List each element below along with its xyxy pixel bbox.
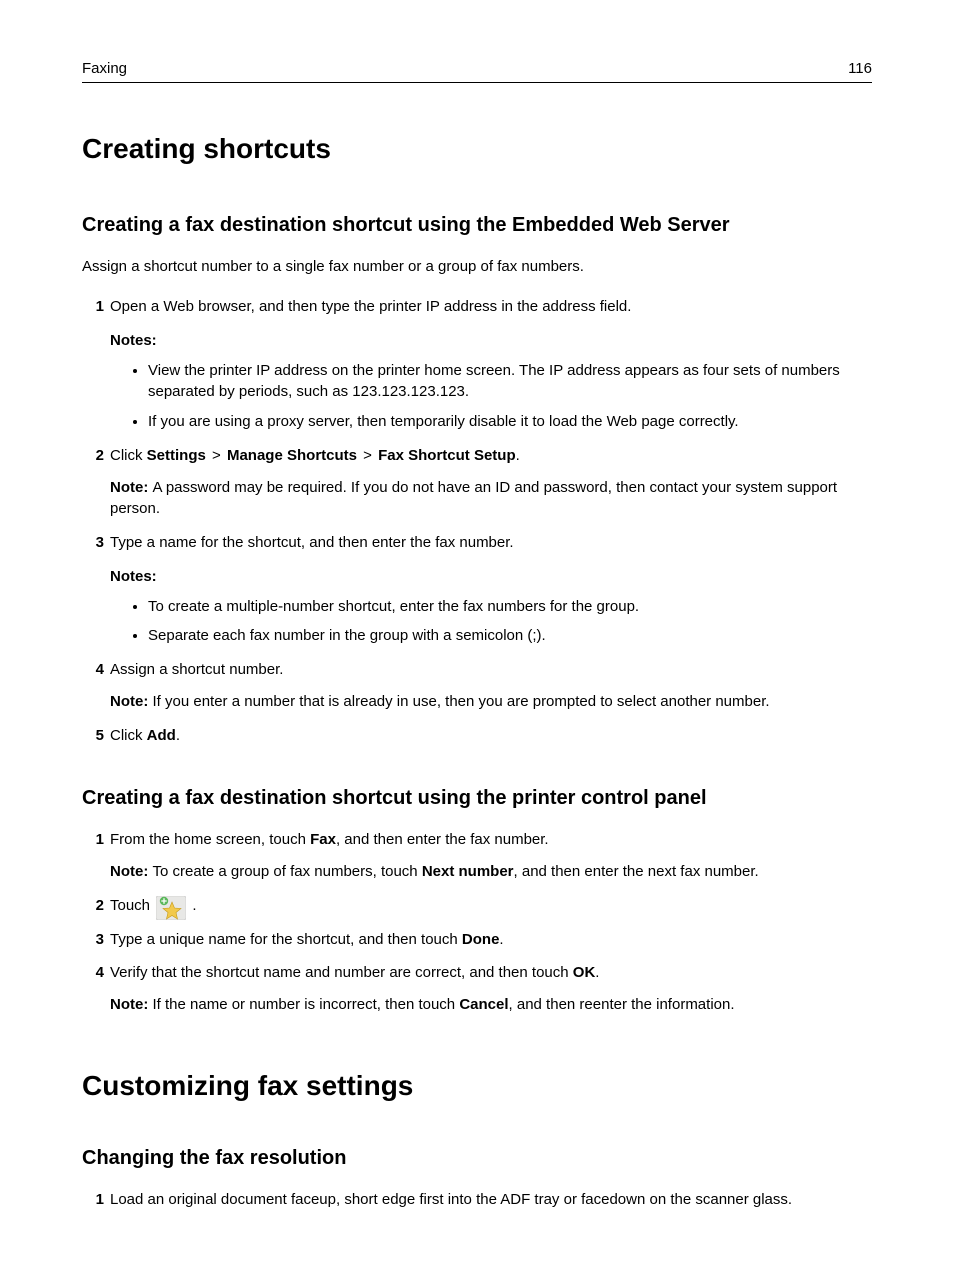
steps-panel: From the home screen, touch Fax, and the… <box>82 829 872 1016</box>
note-text: A password may be required. If you do no… <box>110 479 837 518</box>
note-text: If the name or number is incorrect, then… <box>153 996 460 1013</box>
steps-resolution: Load an original document faceup, short … <box>82 1189 872 1211</box>
text: . <box>516 447 520 464</box>
note-bullet: View the printer IP address on the print… <box>148 360 872 404</box>
bold-manage-shortcuts: Manage Shortcuts <box>227 447 357 464</box>
heading-ews-shortcut: Creating a fax destination shortcut usin… <box>82 211 872 240</box>
bold-settings: Settings <box>147 447 206 464</box>
step-text: From the home screen, touch Fax, and the… <box>110 829 872 851</box>
bold-fax: Fax <box>310 831 336 848</box>
note-para: Note: If you enter a number that is alre… <box>110 691 872 713</box>
note-label: Note: <box>110 996 153 1013</box>
separator: > <box>359 447 376 464</box>
text: Verify that the shortcut name and number… <box>110 964 573 981</box>
text: Click <box>110 447 147 464</box>
bold-next-number: Next number <box>422 863 514 880</box>
note-text: , and then reenter the information. <box>509 996 735 1013</box>
header-section: Faxing <box>82 58 127 80</box>
bold-fax-shortcut-setup: Fax Shortcut Setup <box>378 447 516 464</box>
step-item: Touch . <box>86 895 872 917</box>
note-label: Note: <box>110 693 153 710</box>
step-item: Verify that the shortcut name and number… <box>86 962 872 1016</box>
text: . <box>192 897 196 914</box>
header-page-number: 116 <box>848 58 872 80</box>
text: Type a unique name for the shortcut, and… <box>110 931 462 948</box>
step-item: Type a unique name for the shortcut, and… <box>86 929 872 951</box>
step-item: Open a Web browser, and then type the pr… <box>86 296 872 433</box>
separator: > <box>208 447 225 464</box>
step-item: Assign a shortcut number. Note: If you e… <box>86 659 872 713</box>
text: , and then enter the fax number. <box>336 831 549 848</box>
step-item: Click Add. <box>86 725 872 747</box>
note-bullet: If you are using a proxy server, then te… <box>148 411 872 433</box>
steps-ews: Open a Web browser, and then type the pr… <box>82 296 872 746</box>
note-bullet: Separate each fax number in the group wi… <box>148 625 872 647</box>
text: From the home screen, touch <box>110 831 310 848</box>
note-bullet: To create a multiple-number shortcut, en… <box>148 596 872 618</box>
note-text: If you enter a number that is already in… <box>153 693 770 710</box>
heading-customizing-fax: Customizing fax settings <box>82 1066 872 1107</box>
notes-list: View the printer IP address on the print… <box>110 360 872 433</box>
intro-text: Assign a shortcut number to a single fax… <box>82 256 872 278</box>
step-text: Load an original document faceup, short … <box>110 1189 872 1211</box>
step-text: Click Settings > Manage Shortcuts > Fax … <box>110 445 872 467</box>
note-text: , and then enter the next fax number. <box>514 863 759 880</box>
note-para: Note: To create a group of fax numbers, … <box>110 861 872 883</box>
text: . <box>595 964 599 981</box>
step-item: From the home screen, touch Fax, and the… <box>86 829 872 883</box>
note-para: Note: A password may be required. If you… <box>110 477 872 521</box>
bold-done: Done <box>462 931 500 948</box>
notes-label: Notes: <box>110 566 872 588</box>
heading-fax-resolution: Changing the fax resolution <box>82 1144 872 1173</box>
text: . <box>176 727 180 744</box>
add-shortcut-star-icon <box>156 896 186 920</box>
page-header: Faxing 116 <box>82 58 872 83</box>
note-label: Note: <box>110 863 153 880</box>
step-text: Verify that the shortcut name and number… <box>110 962 872 984</box>
note-text: To create a group of fax numbers, touch <box>153 863 422 880</box>
text: . <box>499 931 503 948</box>
heading-creating-shortcuts: Creating shortcuts <box>82 129 872 170</box>
step-text: Assign a shortcut number. <box>110 659 872 681</box>
bold-add: Add <box>147 727 176 744</box>
step-text: Open a Web browser, and then type the pr… <box>110 296 872 318</box>
note-para: Note: If the name or number is incorrect… <box>110 994 872 1016</box>
text: Touch <box>110 897 154 914</box>
step-item: Load an original document faceup, short … <box>86 1189 872 1211</box>
step-item: Click Settings > Manage Shortcuts > Fax … <box>86 445 872 520</box>
bold-ok: OK <box>573 964 596 981</box>
step-text: Type a name for the shortcut, and then e… <box>110 532 872 554</box>
notes-list: To create a multiple-number shortcut, en… <box>110 596 872 648</box>
step-text: Touch . <box>110 895 872 917</box>
note-label: Note: <box>110 479 153 496</box>
step-text: Type a unique name for the shortcut, and… <box>110 929 872 951</box>
notes-label: Notes: <box>110 330 872 352</box>
text: Click <box>110 727 147 744</box>
heading-panel-shortcut: Creating a fax destination shortcut usin… <box>82 784 872 813</box>
step-item: Type a name for the shortcut, and then e… <box>86 532 872 647</box>
step-text: Click Add. <box>110 725 872 747</box>
bold-cancel: Cancel <box>459 996 508 1013</box>
